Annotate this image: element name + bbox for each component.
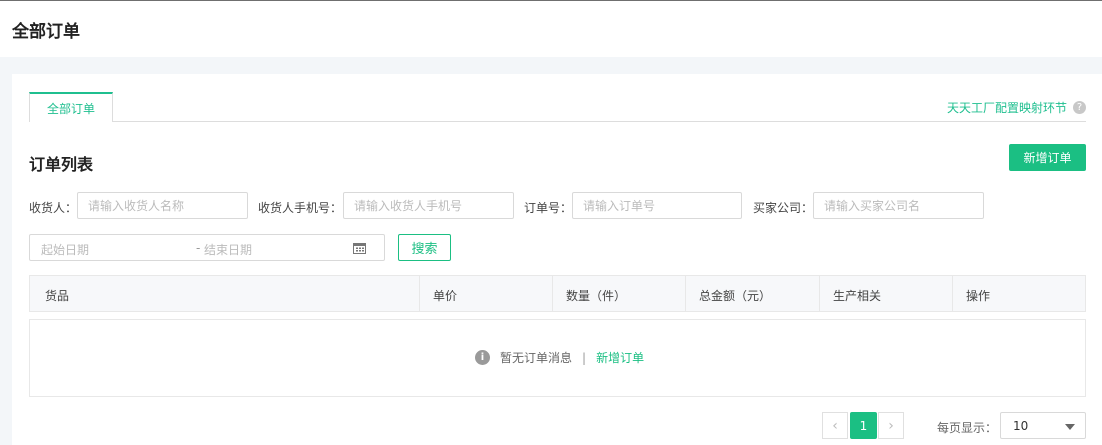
next-page-button[interactable]: › xyxy=(878,412,904,439)
page-size-value: 10 xyxy=(1013,418,1029,433)
tab-all-orders[interactable]: 全部订单 xyxy=(29,92,113,122)
phone-input[interactable]: 请输入收货人手机号 xyxy=(343,192,514,219)
column-divider xyxy=(952,276,953,311)
empty-text: 暂无订单消息 xyxy=(500,351,573,365)
chevron-down-icon xyxy=(1065,424,1075,430)
chevron-left-icon: ‹ xyxy=(832,417,838,434)
tab-bar: 全部订单 天天工厂配置映射环节 ? xyxy=(29,92,1086,122)
search-button[interactable]: 搜索 xyxy=(398,234,451,261)
page-size-select[interactable]: 10 xyxy=(1000,412,1086,439)
chevron-right-icon: › xyxy=(888,417,894,434)
prev-page-button[interactable]: ‹ xyxy=(822,412,848,439)
empty-divider: | xyxy=(582,350,587,365)
calendar-icon[interactable] xyxy=(353,242,366,254)
column-divider xyxy=(819,276,820,311)
date-separator: - xyxy=(196,241,201,255)
page-number-current[interactable]: 1 xyxy=(850,412,877,439)
column-header-goods: 货品 xyxy=(45,289,70,303)
table-header: 货品 单价 数量（件） 总金额（元） 生产相关 操作 xyxy=(29,275,1086,312)
config-mapping-label[interactable]: 天天工厂配置映射环节 xyxy=(947,99,1067,116)
info-icon: i xyxy=(475,350,490,365)
column-divider xyxy=(552,276,553,311)
config-mapping-link[interactable]: 天天工厂配置映射环节 ? xyxy=(947,99,1086,116)
empty-message: i 暂无订单消息 | 新增订单 xyxy=(475,349,644,366)
column-header-total-amount: 总金额（元） xyxy=(699,289,772,303)
help-icon[interactable]: ? xyxy=(1073,101,1086,114)
column-header-production: 生产相关 xyxy=(833,289,882,303)
column-divider xyxy=(685,276,686,311)
page-size-label: 每页显示： xyxy=(937,421,998,435)
empty-add-order-link[interactable]: 新增订单 xyxy=(596,349,644,366)
column-divider xyxy=(419,276,420,311)
date-start-input[interactable]: 起始日期 xyxy=(41,241,89,258)
column-header-actions: 操作 xyxy=(966,289,991,303)
phone-label: 收货人手机号： xyxy=(258,201,343,215)
table-empty-state: i 暂无订单消息 | 新增订单 xyxy=(29,319,1086,397)
order-no-input[interactable]: 请输入订单号 xyxy=(572,192,742,219)
order-no-label: 订单号： xyxy=(524,201,573,215)
date-end-input[interactable]: 结束日期 xyxy=(204,241,252,258)
column-header-quantity: 数量（件） xyxy=(566,289,627,303)
company-input[interactable]: 请输入买家公司名 xyxy=(813,192,984,219)
column-header-unit-price: 单价 xyxy=(433,289,458,303)
page-title: 全部订单 xyxy=(12,21,80,42)
page-header: 全部订单 xyxy=(0,1,1102,57)
receiver-input[interactable]: 请输入收货人名称 xyxy=(77,192,248,219)
date-range-picker[interactable]: 起始日期 - 结束日期 xyxy=(29,234,385,261)
order-list-title: 订单列表 xyxy=(29,155,94,174)
company-label: 买家公司： xyxy=(753,201,814,215)
add-order-button[interactable]: 新增订单 xyxy=(1009,144,1086,171)
receiver-label: 收货人： xyxy=(29,201,78,215)
main-panel: 全部订单 天天工厂配置映射环节 ? 订单列表 新增订单 收货人： 请输入收货人名… xyxy=(12,74,1102,445)
